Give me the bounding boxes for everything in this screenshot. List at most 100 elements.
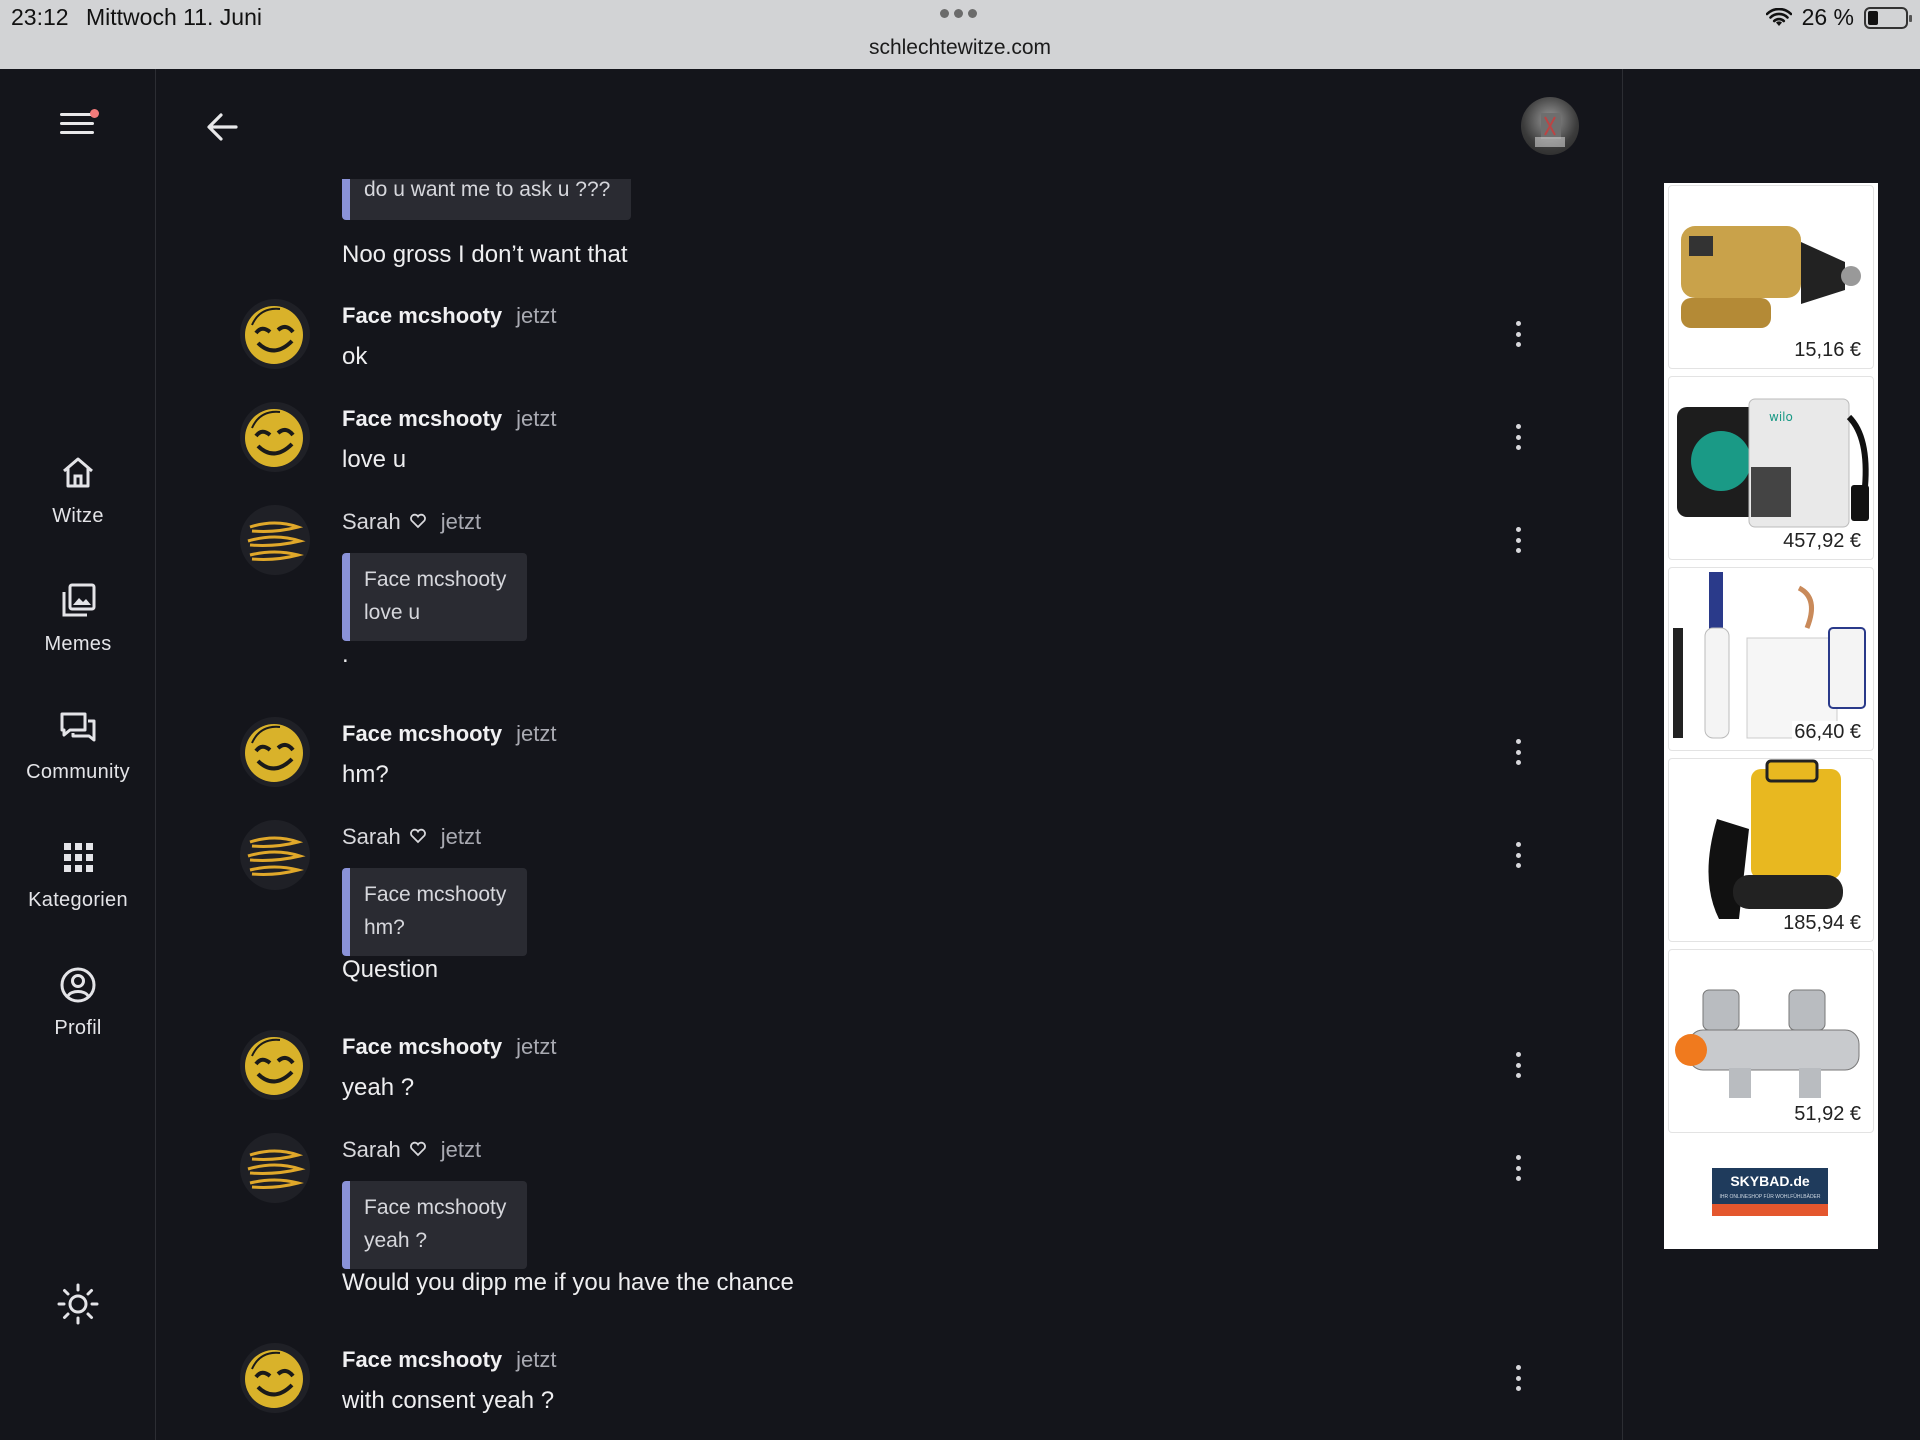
nav-item-kategorien[interactable]: Kategorien <box>0 837 156 912</box>
product-tile[interactable]: 51,92 € <box>1668 949 1874 1133</box>
avatar[interactable] <box>240 299 310 369</box>
message-text: love u <box>342 446 407 473</box>
timestamp: jetzt <box>516 1034 557 1059</box>
more-options-icon[interactable] <box>1512 1365 1524 1391</box>
timestamp: jetzt <box>516 1347 557 1372</box>
message-text: with consent yeah ? <box>342 1387 555 1414</box>
avatar[interactable] <box>240 1030 310 1100</box>
more-options-icon[interactable] <box>1512 842 1524 868</box>
avatar[interactable] <box>240 402 310 472</box>
heart-icon <box>409 513 426 529</box>
brand-text: SKYBAD.de <box>1730 1173 1810 1189</box>
message-list: do u want me to ask u ??? Noo gross I do… <box>157 179 1622 1440</box>
more-options-icon[interactable] <box>1512 424 1524 450</box>
avatar[interactable] <box>240 820 310 890</box>
nav-item-profil[interactable]: Profil <box>0 965 156 1040</box>
heart-icon <box>409 1141 426 1157</box>
nav-label: Kategorien <box>28 889 128 911</box>
message-text: ok <box>342 343 368 370</box>
message-text: yeah ? <box>342 1074 415 1101</box>
quote-text: love u <box>364 601 421 624</box>
quote-text: hm? <box>364 916 405 939</box>
quoted-message: do u want me to ask u ??? <box>342 179 632 220</box>
nav-label: Witze <box>52 505 104 527</box>
browser-status-bar: 23:12 Mittwoch 11. Juni schlechtewitze.c… <box>0 0 1920 69</box>
more-options-icon[interactable] <box>1512 527 1524 553</box>
more-options-icon[interactable] <box>1512 1155 1524 1181</box>
quote-text: do u want me to ask u ??? <box>364 179 611 201</box>
quote-text: yeah ? <box>364 1229 428 1252</box>
clock: 23:12 <box>11 4 69 30</box>
chat-bubbles-icon <box>60 712 96 742</box>
quoted-message: Face mcshooty love u <box>342 553 528 641</box>
avatar[interactable] <box>240 505 310 575</box>
quoted-message: Face mcshooty hm? <box>342 868 528 956</box>
advertisement[interactable]: 15,16 € wilo 457,92 € 66,40 € 185,94 € 5… <box>1664 183 1878 1249</box>
product-tile[interactable]: 15,16 € <box>1668 185 1874 369</box>
timestamp: jetzt <box>440 1137 482 1162</box>
current-user-avatar[interactable] <box>1521 97 1579 155</box>
more-options-icon[interactable] <box>1512 321 1524 347</box>
avatar[interactable] <box>240 1133 310 1203</box>
side-navigation: Witze Memes Community Kategorien Profil <box>0 69 156 1440</box>
more-options-icon[interactable] <box>1512 1052 1524 1078</box>
message-text: Question <box>342 956 439 983</box>
date: Mittwoch 11. Juni <box>86 4 262 30</box>
notification-dot <box>90 109 99 118</box>
hamburger-menu-icon[interactable] <box>60 109 99 143</box>
author-name[interactable]: Sarah <box>342 824 401 850</box>
author-name[interactable]: Sarah <box>342 1137 401 1163</box>
multitasking-dots-icon[interactable] <box>940 9 982 23</box>
battery-percent: 26 % <box>1801 4 1854 30</box>
product-price: 51,92 € <box>1792 1103 1863 1126</box>
author-name[interactable]: Sarah <box>342 509 401 535</box>
image-gallery-icon <box>62 583 96 617</box>
product-tile[interactable]: 66,40 € <box>1668 567 1874 751</box>
avatar[interactable] <box>240 717 310 787</box>
more-options-icon[interactable] <box>1512 739 1524 765</box>
product-price: 66,40 € <box>1792 721 1863 744</box>
user-circle-icon <box>60 967 96 1003</box>
timestamp: jetzt <box>440 509 482 534</box>
message-text: . <box>342 641 349 668</box>
quoted-message: Face mcshooty yeah ? <box>342 1181 528 1269</box>
nav-item-community[interactable]: Community <box>0 709 156 784</box>
ad-sidebar: 15,16 € wilo 457,92 € 66,40 € 185,94 € 5… <box>1622 69 1920 1440</box>
product-price: 457,92 € <box>1781 530 1863 553</box>
timestamp: jetzt <box>516 303 557 328</box>
author-name[interactable]: Face mcshooty <box>342 303 502 329</box>
nav-label: Profil <box>54 1017 102 1039</box>
wifi-icon <box>1765 7 1792 26</box>
author-name[interactable]: Face mcshooty <box>342 721 502 747</box>
product-tile[interactable]: wilo 457,92 € <box>1668 376 1874 560</box>
address-bar-url[interactable]: schlechtewitze.com <box>0 36 1920 60</box>
brand-subtext: IHR ONLINESHOP FÜR WOHLFÜHLBÄDER <box>1719 1193 1820 1200</box>
author-name[interactable]: Face mcshooty <box>342 1347 502 1373</box>
chat-panel: do u want me to ask u ??? Noo gross I do… <box>157 69 1622 1440</box>
quote-author: Face mcshooty <box>364 568 507 591</box>
home-icon <box>63 457 93 488</box>
nav-item-witze[interactable]: Witze <box>0 453 156 528</box>
system-indicators: 26 % <box>1765 4 1912 31</box>
timestamp: jetzt <box>516 721 557 746</box>
author-name[interactable]: Face mcshooty <box>342 406 502 432</box>
arrow-left-icon[interactable] <box>202 107 242 147</box>
timestamp: jetzt <box>440 824 482 849</box>
sun-icon[interactable] <box>56 1282 100 1326</box>
heart-icon <box>409 828 426 844</box>
product-price: 185,94 € <box>1781 912 1863 935</box>
message-text: Noo gross I don’t want that <box>342 241 628 268</box>
grid-icon <box>64 843 93 872</box>
author-name[interactable]: Face mcshooty <box>342 1034 502 1060</box>
message-text: Would you dipp me if you have the chance <box>342 1269 794 1296</box>
product-tile[interactable]: 185,94 € <box>1668 758 1874 942</box>
battery-icon <box>1864 6 1912 29</box>
timestamp: jetzt <box>516 406 557 431</box>
nav-item-memes[interactable]: Memes <box>0 581 156 656</box>
quote-author: Face mcshooty <box>364 1196 507 1219</box>
nav-label: Community <box>26 761 130 783</box>
skybad-logo[interactable]: SKYBAD.de IHR ONLINESHOP FÜR WOHLFÜHLBÄDE… <box>1712 1168 1828 1216</box>
avatar[interactable] <box>240 1343 310 1413</box>
quote-author: Face mcshooty <box>364 883 507 906</box>
product-price: 15,16 € <box>1792 339 1863 362</box>
